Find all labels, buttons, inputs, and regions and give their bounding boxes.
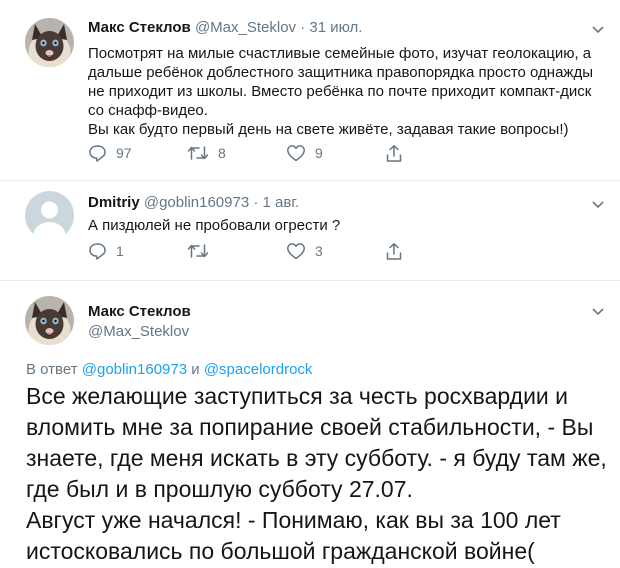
tweet-text-line: Все желающие заступиться за честь росхва…	[26, 383, 569, 409]
separator-dot: ·	[300, 19, 306, 36]
siamese-cat-avatar-image	[25, 296, 74, 345]
reply-icon	[89, 243, 106, 260]
tweet-text-line: не приходит из школы. Вместо ребёнка по …	[88, 83, 592, 100]
replying-to: В ответ @goblin160973 и @spacelordrock	[26, 361, 312, 378]
heart-icon	[287, 243, 305, 260]
reply-button[interactable]: 1	[88, 242, 124, 260]
tweet-header: Dmitriy @goblin160973 · 1 авг.	[88, 194, 299, 211]
reply-count: 97	[116, 145, 132, 161]
like-button[interactable]: 3	[286, 242, 323, 260]
tweet-date[interactable]: 31 июл.	[309, 19, 362, 36]
like-count: 3	[315, 243, 323, 259]
avatar[interactable]	[25, 191, 74, 240]
retweet-count: 8	[218, 145, 226, 161]
siamese-cat-avatar-image	[25, 18, 74, 67]
share-button[interactable]	[385, 144, 403, 163]
share-icon	[386, 243, 402, 260]
tweet-text: А пиздюлей не пробовали огрести ?	[88, 217, 341, 234]
tweet-text-line: дальше ребёнок доблестного защитника пра…	[88, 64, 593, 81]
heart-icon	[287, 145, 305, 162]
replying-to-and: и	[191, 361, 200, 378]
reply-icon	[89, 145, 106, 162]
like-button[interactable]: 9	[286, 144, 323, 162]
mention-link[interactable]: @spacelordrock	[204, 361, 313, 378]
author-handle[interactable]: @goblin160973	[144, 194, 249, 211]
tweet-text-line: знаете, где меня искать в эту субботу. -…	[26, 445, 607, 471]
separator-dot: ·	[253, 194, 259, 211]
avatar[interactable]	[25, 18, 74, 67]
retweet-icon	[187, 244, 209, 258]
tweet-text: Посмотрят на милые счастливые семейные ф…	[88, 44, 608, 139]
retweet-button[interactable]: 8	[187, 144, 226, 162]
retweet-button[interactable]	[187, 242, 209, 260]
author-name[interactable]: Dmitriy	[88, 194, 140, 211]
chevron-down-icon[interactable]	[592, 26, 604, 34]
tweet-text-line: вломить мне за попирание своей стабильно…	[26, 414, 594, 440]
avatar[interactable]	[25, 296, 74, 345]
mention-link[interactable]: @goblin160973	[82, 361, 187, 378]
author-handle[interactable]: @Max_Steklov	[88, 323, 189, 340]
tweet-text-line: истосковались по большой гражданской вой…	[26, 538, 535, 564]
author-handle[interactable]: @Max_Steklov	[195, 19, 296, 36]
tweet-date[interactable]: 1 авг.	[263, 194, 300, 211]
tweet-text: Все желающие заступиться за честь росхва…	[26, 381, 611, 567]
share-button[interactable]	[385, 242, 403, 261]
tweet-actions: 1 3	[88, 242, 608, 264]
retweet-icon	[187, 146, 209, 160]
tweet-header: Макс Стеклов @Max_Steklov · 31 июл.	[88, 19, 362, 36]
chevron-down-icon[interactable]	[592, 201, 604, 209]
tweet-text-line: Вы как будто первый день на свете живёте…	[88, 121, 569, 138]
tweet-text-line: со снафф-видео.	[88, 102, 208, 119]
tweet-actions: 97 8 9	[88, 144, 608, 166]
tweet-2[interactable]: Dmitriy @goblin160973 · 1 авг. А пиздюле…	[0, 181, 620, 280]
default-profile-avatar	[25, 191, 74, 240]
chevron-down-icon[interactable]	[592, 308, 604, 316]
author-name[interactable]: Макс Стеклов	[88, 303, 191, 320]
reply-button[interactable]: 97	[88, 144, 132, 162]
reply-count: 1	[116, 243, 124, 259]
tweet-text-line: Посмотрят на милые счастливые семейные ф…	[88, 45, 592, 62]
author-name[interactable]: Макс Стеклов	[88, 19, 191, 36]
replying-to-prefix: В ответ	[26, 361, 78, 378]
like-count: 9	[315, 145, 323, 161]
tweet-text-line: где был и в прошлую субботу 27.07.	[26, 476, 413, 502]
tweet-text-line: Август уже начался! - Понимаю, как вы за…	[26, 507, 561, 533]
tweet-1[interactable]: Макс Стеклов @Max_Steklov · 31 июл. Посм…	[0, 0, 620, 180]
share-icon	[386, 145, 402, 162]
